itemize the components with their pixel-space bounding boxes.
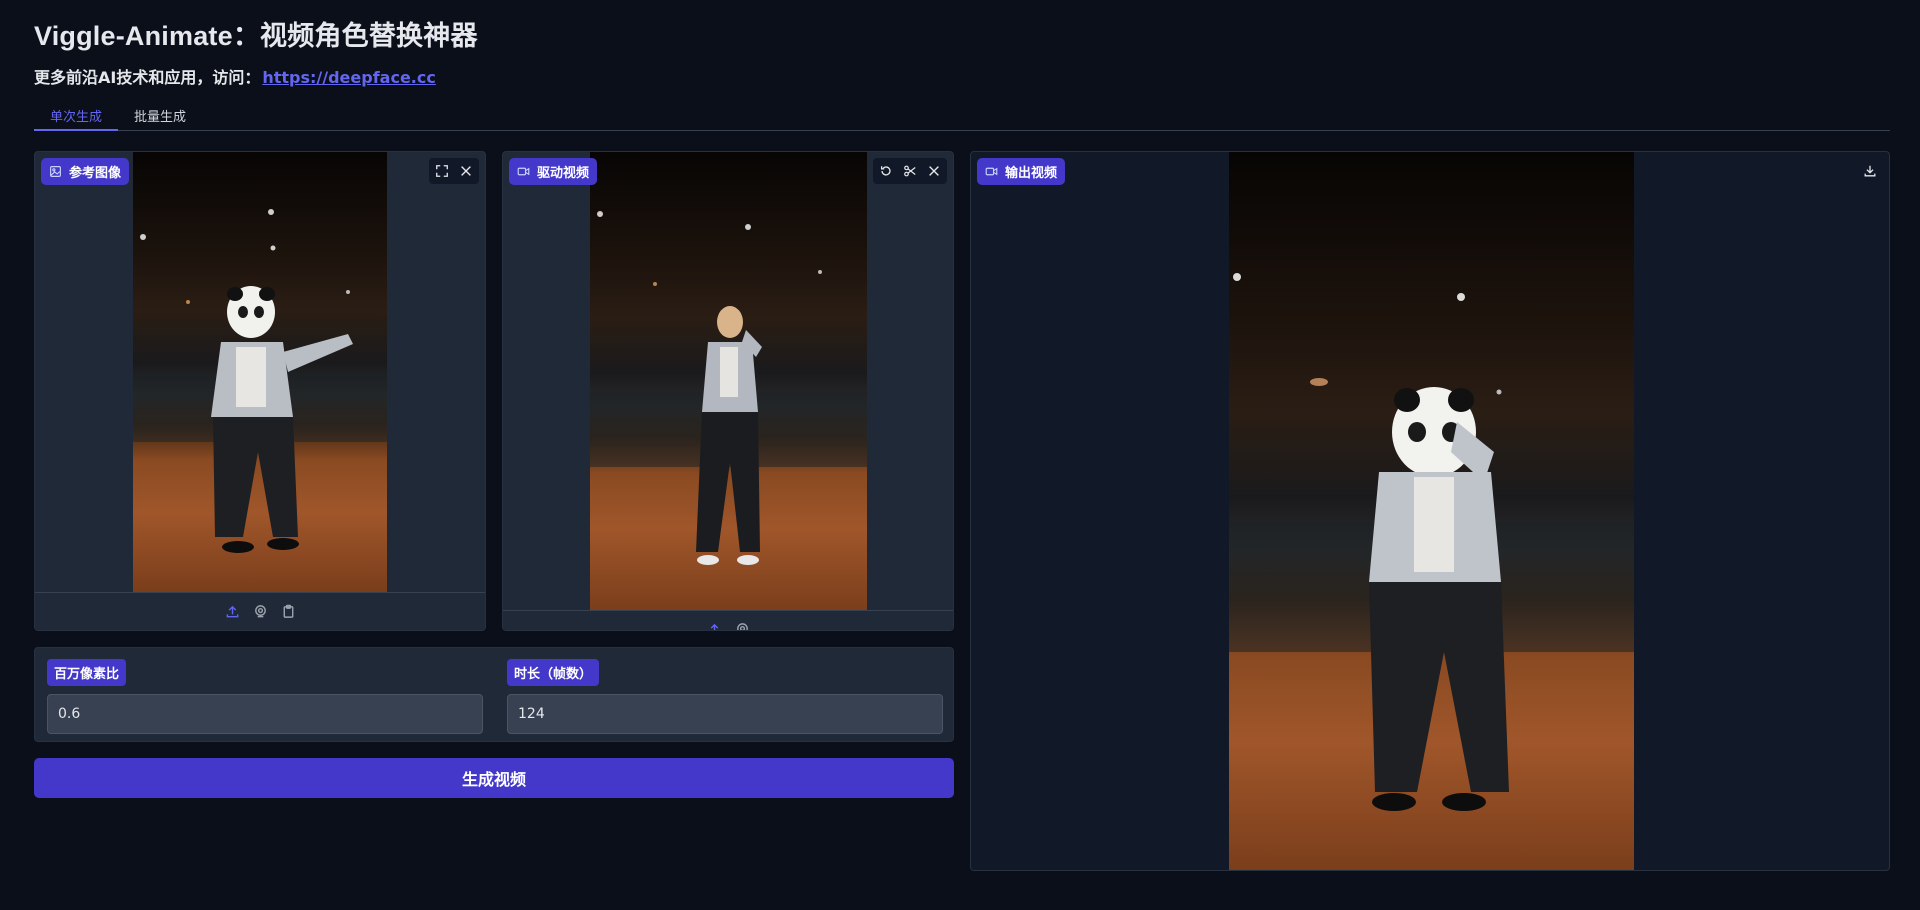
reference-image-label: 参考图像 — [41, 158, 130, 185]
clipboard-icon[interactable] — [279, 603, 297, 621]
page-subtitle: 更多前沿AI技术和应用，访问： https://deepface.cc — [34, 64, 436, 88]
driving-video — [590, 152, 867, 612]
webcam-icon[interactable] — [733, 621, 751, 630]
download-icon[interactable] — [1859, 160, 1881, 182]
reference-image-source-bar — [35, 592, 485, 630]
frames-field: 时长（帧数） 124 — [507, 659, 943, 734]
driving-video-label: 驱动视频 — [509, 158, 598, 185]
reference-image — [133, 152, 387, 592]
reference-image-panel: 参考图像 — [34, 151, 486, 631]
deepface-link[interactable]: https://deepface.cc — [262, 68, 436, 87]
output-video-label: 输出视频 — [977, 158, 1066, 185]
video-icon — [517, 167, 530, 176]
scissors-icon[interactable] — [899, 160, 921, 182]
output-video-panel: 输出视频 — [970, 151, 1890, 871]
undo-icon[interactable] — [875, 160, 897, 182]
panda-output-frame — [1229, 273, 1634, 811]
dancer-video-frame — [590, 211, 867, 565]
megapixels-input[interactable]: 0.6 — [47, 694, 483, 734]
upload-icon[interactable] — [705, 621, 723, 630]
driving-video-source-bar — [503, 610, 953, 630]
parameters-panel: 百万像素比 0.6 时长（帧数） 124 — [34, 647, 954, 742]
upload-icon[interactable] — [223, 603, 241, 621]
megapixels-field: 百万像素比 0.6 — [47, 659, 483, 734]
video-icon — [985, 167, 998, 176]
page-title: Viggle-Animate：视频角色替换神器 — [34, 21, 478, 51]
fullscreen-icon[interactable] — [431, 160, 453, 182]
output-video[interactable] — [1229, 152, 1634, 870]
tab-single-generation[interactable]: 单次生成 — [34, 100, 119, 131]
webcam-icon[interactable] — [251, 603, 269, 621]
image-icon — [50, 166, 61, 177]
megapixels-label: 百万像素比 — [47, 659, 127, 686]
panda-dancer-photo — [133, 209, 387, 553]
reference-image-toolbar — [429, 158, 479, 184]
subtitle-text: 更多前沿AI技术和应用，访问： — [34, 68, 261, 87]
close-icon[interactable] — [923, 160, 945, 182]
frames-label: 时长（帧数） — [507, 659, 600, 686]
driving-video-panel: 驱动视频 — [502, 151, 954, 631]
tab-bar: 单次生成 批量生成 — [34, 100, 1890, 131]
close-icon[interactable] — [455, 160, 477, 182]
output-video-toolbar — [1857, 158, 1883, 184]
tab-batch-generation[interactable]: 批量生成 — [118, 100, 202, 131]
driving-video-toolbar — [873, 158, 947, 184]
frames-input[interactable]: 124 — [507, 694, 943, 734]
generate-video-button[interactable]: 生成视频 — [34, 758, 954, 798]
